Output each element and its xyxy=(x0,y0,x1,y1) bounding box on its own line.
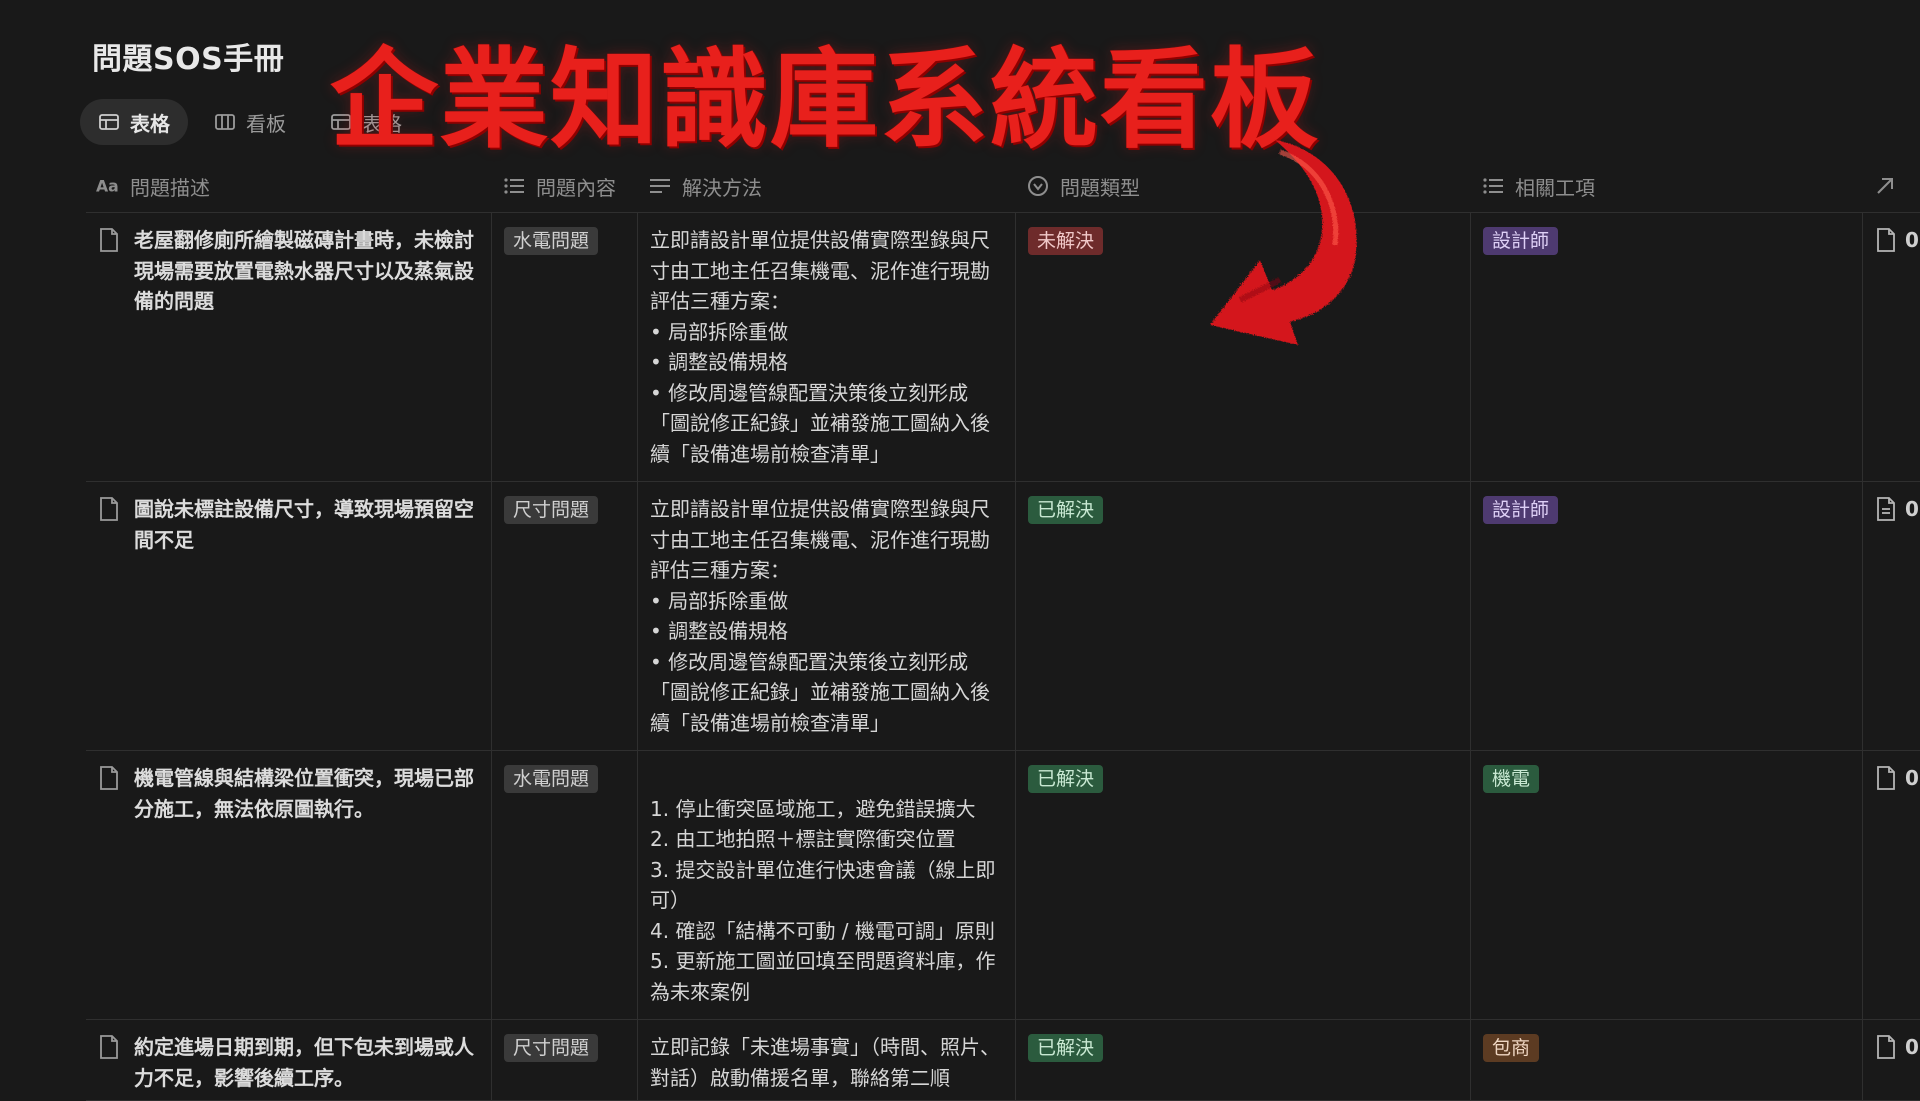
status-icon xyxy=(1026,174,1050,198)
page-icon xyxy=(98,1034,120,1060)
board-icon xyxy=(214,111,236,133)
content-cell: 尺寸問題 xyxy=(492,1020,638,1100)
content-tag: 水電問題 xyxy=(504,765,599,793)
page-title: 問題SOS手冊 xyxy=(92,42,285,77)
red-curved-arrow-icon xyxy=(1210,140,1357,345)
relation-cell: 0 xyxy=(1863,213,1920,481)
column-header-content[interactable]: 問題內容 xyxy=(492,160,638,212)
trade-tag: 設計師 xyxy=(1483,496,1559,524)
column-header-trade[interactable]: 相關工項 xyxy=(1471,160,1863,212)
content-tag: 水電問題 xyxy=(504,227,599,255)
problem-description[interactable]: 老屋翻修廁所繪製磁磚計畫時，未檢討現場需要放置電熱水器尺寸以及蒸氣設備的問題 xyxy=(134,225,479,317)
table-header: Aa 問題描述 問題內容 解決方法 問題類型 相關工項 xyxy=(86,160,1920,213)
status-badge: 已解決 xyxy=(1028,765,1104,793)
overlay-title: 企業知識庫系統看板 xyxy=(330,38,1321,163)
problem-description[interactable]: 機電管線與結構梁位置衝突，現場已部分施工，無法依原圖執行。 xyxy=(134,763,479,824)
description-cell: 圖說未標註設備尺寸，導致現場預留空間不足 xyxy=(86,482,492,750)
relation-cell: 0 xyxy=(1863,751,1920,1019)
description-cell: 約定進場日期到期，但下包未到場或人力不足，影響後續工序。 xyxy=(86,1020,492,1100)
trade-tag: 包商 xyxy=(1483,1034,1540,1062)
page-icon[interactable] xyxy=(1875,496,1897,522)
problem-description[interactable]: 約定進場日期到期，但下包未到場或人力不足，影響後續工序。 xyxy=(134,1032,479,1093)
tab-table[interactable]: 表格 xyxy=(80,99,188,145)
table-icon xyxy=(98,111,120,133)
column-label: 相關工項 xyxy=(1515,175,1595,200)
solution-text: 立即請設計單位提供設備實際型錄與尺寸由工地主任召集機電、泥作進行現勘評估三種方案… xyxy=(638,482,1016,750)
page-icon[interactable] xyxy=(1875,765,1897,791)
table-row[interactable]: 圖說未標註設備尺寸，導致現場預留空間不足 尺寸問題 立即請設計單位提供設備實際型… xyxy=(86,482,1920,751)
status-cell: 已解決 xyxy=(1016,482,1471,750)
content-cell: 水電問題 xyxy=(492,213,638,481)
aa-text-icon: Aa xyxy=(96,174,120,198)
trade-tag: 機電 xyxy=(1483,765,1540,793)
solution-text: 1. 停止衝突區域施工，避免錯誤擴大 2. 由工地拍照＋標註實際衝突位置 3. … xyxy=(638,751,1016,1019)
page-icon[interactable] xyxy=(1875,227,1897,253)
column-label: 問題內容 xyxy=(536,175,616,200)
table-row[interactable]: 約定進場日期到期，但下包未到場或人力不足，影響後續工序。 尺寸問題 立即記錄「未… xyxy=(86,1020,1920,1101)
svg-text:Aa: Aa xyxy=(96,177,119,196)
relation-value: 0 xyxy=(1905,1035,1919,1059)
tab-board[interactable]: 看板 xyxy=(196,99,304,145)
page-icon xyxy=(98,496,120,522)
content-tag: 尺寸問題 xyxy=(504,496,599,524)
problem-table: Aa 問題描述 問題內容 解決方法 問題類型 相關工項 老屋翻修廁所繪製磁磚計畫… xyxy=(86,160,1920,1101)
column-label: 問題類型 xyxy=(1060,175,1140,200)
relation-value: 0 xyxy=(1905,766,1919,790)
column-header-solution[interactable]: 解決方法 xyxy=(638,160,1016,212)
relation-value: 0 xyxy=(1905,228,1919,252)
relation-cell: 0 xyxy=(1863,1020,1920,1100)
table-row[interactable]: 機電管線與結構梁位置衝突，現場已部分施工，無法依原圖執行。 水電問題 1. 停止… xyxy=(86,751,1920,1020)
trade-cell: 設計師 xyxy=(1471,213,1863,481)
status-cell: 已解決 xyxy=(1016,751,1471,1019)
arrow-up-right-icon xyxy=(1873,174,1897,198)
content-cell: 尺寸問題 xyxy=(492,482,638,750)
relation-value: 0 xyxy=(1905,497,1919,521)
solution-text: 立即請設計單位提供設備實際型錄與尺寸由工地主任召集機電、泥作進行現勘評估三種方案… xyxy=(638,213,1016,481)
page-icon xyxy=(98,765,120,791)
column-header-description[interactable]: Aa 問題描述 xyxy=(86,160,492,212)
trade-cell: 包商 xyxy=(1471,1020,1863,1100)
problem-description[interactable]: 圖說未標註設備尺寸，導致現場預留空間不足 xyxy=(134,494,479,555)
tab-label: 表格 xyxy=(130,111,170,136)
trade-tag: 設計師 xyxy=(1483,227,1559,255)
tab-label: 看板 xyxy=(246,111,286,136)
status-badge: 未解決 xyxy=(1028,227,1104,255)
relation-cell: 0 xyxy=(1863,482,1920,750)
solution-text: 立即記錄「未進場事實」（時間、照片、對話）啟動備援名單，聯絡第二順 xyxy=(638,1020,1016,1100)
list-icon xyxy=(502,174,526,198)
list-icon xyxy=(1481,174,1505,198)
page-icon[interactable] xyxy=(1875,1034,1897,1060)
content-cell: 水電問題 xyxy=(492,751,638,1019)
text-lines-icon xyxy=(648,174,672,198)
trade-cell: 設計師 xyxy=(1471,482,1863,750)
description-cell: 機電管線與結構梁位置衝突，現場已部分施工，無法依原圖執行。 xyxy=(86,751,492,1019)
column-header-relation[interactable] xyxy=(1863,160,1920,212)
trade-cell: 機電 xyxy=(1471,751,1863,1019)
page-icon xyxy=(98,227,120,253)
column-label: 問題描述 xyxy=(130,175,210,200)
status-cell: 已解決 xyxy=(1016,1020,1471,1100)
status-badge: 已解決 xyxy=(1028,1034,1104,1062)
status-badge: 已解決 xyxy=(1028,496,1104,524)
table-row[interactable]: 老屋翻修廁所繪製磁磚計畫時，未檢討現場需要放置電熱水器尺寸以及蒸氣設備的問題 水… xyxy=(86,213,1920,482)
column-label: 解決方法 xyxy=(682,175,762,200)
description-cell: 老屋翻修廁所繪製磁磚計畫時，未檢討現場需要放置電熱水器尺寸以及蒸氣設備的問題 xyxy=(86,213,492,481)
content-tag: 尺寸問題 xyxy=(504,1034,599,1062)
